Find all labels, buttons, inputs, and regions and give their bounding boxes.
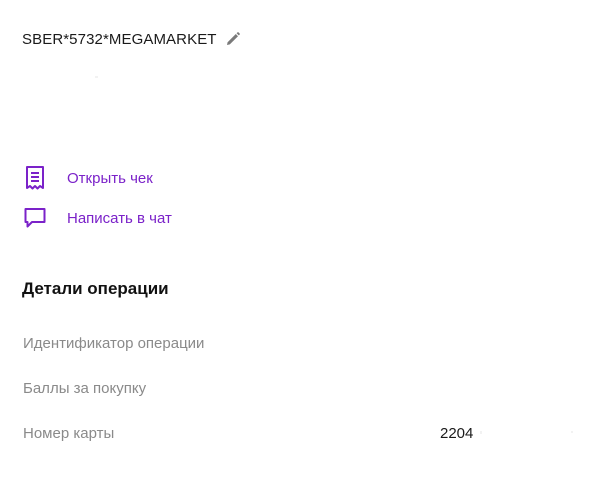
write-to-chat-button[interactable]: Написать в чат — [22, 205, 172, 231]
card-number-value: 2204 — [440, 425, 474, 442]
operation-id-label: Идентификатор операции — [23, 335, 205, 352]
title-row: SBER*5732*MEGAMARKET — [22, 28, 241, 50]
masked-card-remnant — [480, 431, 482, 434]
receipt-icon — [22, 165, 48, 191]
card-number-label: Номер карты — [23, 425, 115, 442]
purchase-points-label: Баллы за покупку — [23, 380, 147, 397]
open-receipt-button[interactable]: Открыть чек — [22, 165, 153, 191]
operation-details-heading: Детали операции — [22, 279, 169, 298]
pencil-icon[interactable] — [225, 31, 241, 47]
chat-icon — [22, 205, 48, 231]
masked-card-remnant-end — [571, 431, 573, 433]
masked-text-remnant — [95, 76, 98, 78]
write-to-chat-label: Написать в чат — [67, 209, 172, 227]
open-receipt-label: Открыть чек — [67, 169, 153, 187]
merchant-title: SBER*5732*MEGAMARKET — [22, 30, 217, 48]
operation-page: SBER*5732*MEGAMARKET Открыть чек Написат… — [0, 0, 605, 502]
